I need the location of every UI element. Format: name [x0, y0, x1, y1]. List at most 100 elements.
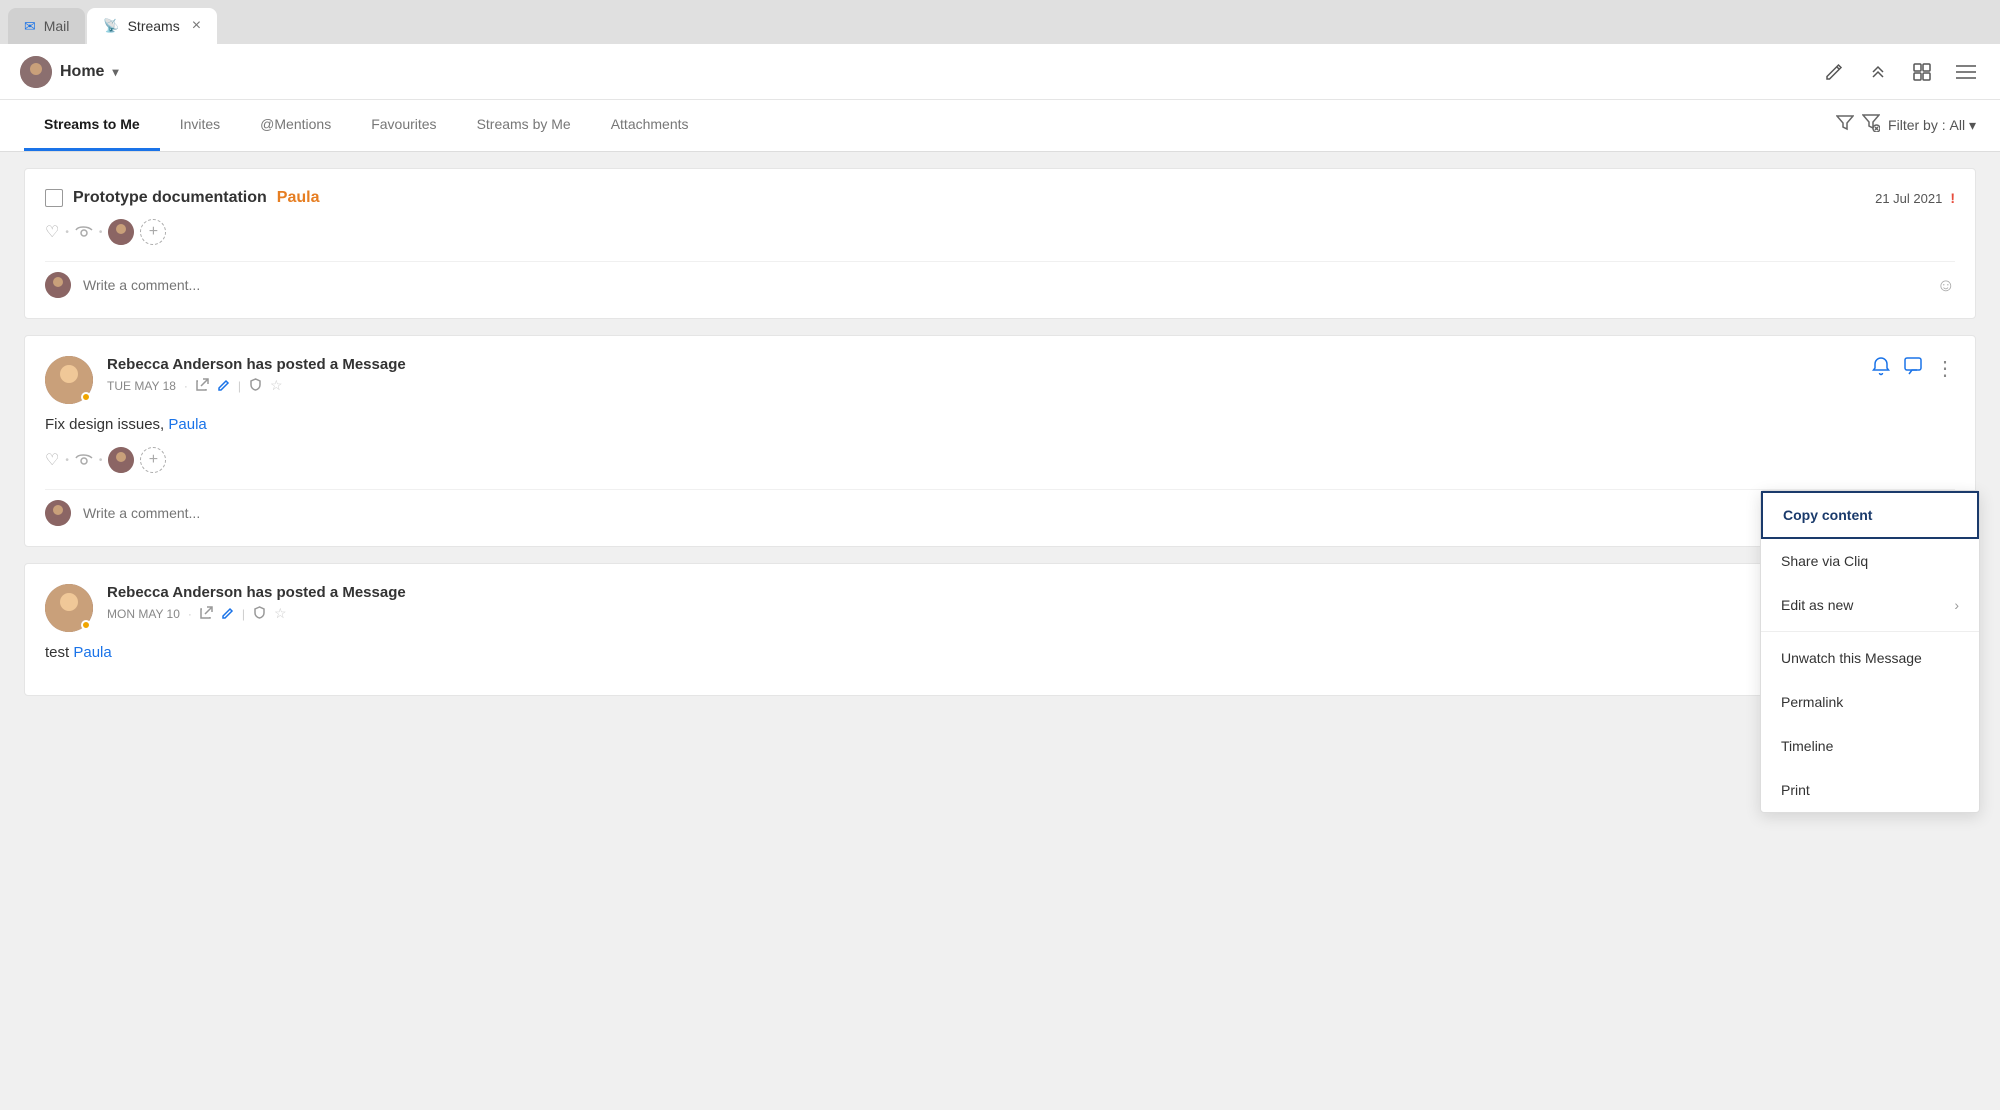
- card2-body: Fix design issues, Paula: [45, 416, 1955, 433]
- filter-funnel-icon[interactable]: [1836, 115, 1854, 136]
- tab-close-icon[interactable]: ×: [192, 17, 201, 35]
- header-icons: [1820, 58, 1980, 86]
- tab-streams-to-me[interactable]: Streams to Me: [24, 100, 160, 151]
- online-indicator-3: [81, 620, 91, 630]
- hamburger-menu-icon[interactable]: [1952, 60, 1980, 84]
- add-follower-btn[interactable]: +: [140, 219, 166, 245]
- context-menu-item-unwatch[interactable]: Unwatch this Message: [1761, 636, 1979, 680]
- edit-icon-3[interactable]: [221, 606, 234, 622]
- card2-avatar-wrapper: [45, 356, 93, 404]
- stream-card-1: Prototype documentation Paula 21 Jul 202…: [24, 168, 1976, 319]
- page-content: Prototype documentation Paula 21 Jul 202…: [0, 152, 2000, 712]
- star-icon-2[interactable]: ☆: [270, 377, 283, 394]
- mail-tab-icon: ✉: [24, 18, 36, 35]
- card3-body: test Paula: [45, 644, 1955, 661]
- grid-view-icon[interactable]: [1908, 58, 1936, 86]
- card2-date: TUE MAY 18: [107, 379, 176, 393]
- collapse-icon[interactable]: [1864, 61, 1892, 83]
- context-menu-label-print: Print: [1781, 782, 1810, 798]
- open-external-icon[interactable]: [196, 378, 209, 394]
- card1-title-text: Prototype documentation: [73, 189, 267, 207]
- dot-sep-2: •: [99, 227, 103, 238]
- card1-actions: ♡ • • +: [45, 219, 1955, 245]
- card1-avatar: [108, 219, 134, 245]
- card1-mention[interactable]: Paula: [277, 189, 320, 207]
- tab-mail[interactable]: ✉ Mail: [8, 8, 85, 44]
- card3-date: MON MAY 10: [107, 607, 180, 621]
- filter-by-label: Filter by : All ▾: [1888, 117, 1976, 134]
- tab-streams-by-me[interactable]: Streams by Me: [457, 100, 591, 151]
- tab-invites[interactable]: Invites: [160, 100, 240, 151]
- card1-urgent-icon: !: [1950, 190, 1955, 206]
- card3-header: Rebecca Anderson has posted a Message MO…: [45, 584, 1955, 632]
- card2-comment-row: ☺: [45, 489, 1955, 526]
- card2-comment-input[interactable]: [83, 505, 1925, 521]
- card2-msg-info: Rebecca Anderson has posted a Message TU…: [107, 356, 1857, 394]
- card2-mention[interactable]: Paula: [168, 416, 206, 433]
- user-avatar: [20, 56, 52, 88]
- card2-header: Rebecca Anderson has posted a Message TU…: [45, 356, 1955, 404]
- streams-tab-label: Streams: [128, 18, 180, 34]
- context-menu-label-unwatch: Unwatch this Message: [1781, 650, 1922, 666]
- follow-icon-2[interactable]: [75, 451, 93, 470]
- card2-author: Rebecca Anderson has posted a Message: [107, 356, 1857, 373]
- card1-date: 21 Jul 2021: [1875, 191, 1942, 206]
- follow-icon[interactable]: [75, 223, 93, 242]
- emoji-icon-1[interactable]: ☺: [1937, 275, 1955, 296]
- add-follower-btn-2[interactable]: +: [140, 447, 166, 473]
- context-menu-item-share-via-cliq[interactable]: Share via Cliq: [1761, 539, 1979, 583]
- shield-icon-3[interactable]: [253, 606, 266, 622]
- context-menu-item-permalink[interactable]: Permalink: [1761, 680, 1979, 724]
- home-label: Home: [60, 63, 104, 81]
- edit-icon[interactable]: [217, 378, 230, 394]
- context-menu-item-edit-as-new[interactable]: Edit as new›: [1761, 583, 1979, 627]
- heart-icon[interactable]: ♡: [45, 222, 59, 242]
- card1-header: Prototype documentation Paula 21 Jul 202…: [45, 189, 1955, 207]
- card2-commenter-avatar: [45, 500, 71, 526]
- filter-clear-icon[interactable]: [1862, 114, 1880, 137]
- card1-commenter-avatar: [45, 272, 71, 298]
- card3-meta: MON MAY 10 · |: [107, 605, 1955, 622]
- app-header: Home ▾: [0, 44, 2000, 100]
- heart-icon-2[interactable]: ♡: [45, 450, 59, 470]
- online-indicator: [81, 392, 91, 402]
- star-icon-3[interactable]: ☆: [274, 605, 287, 622]
- open-external-icon-3[interactable]: [200, 606, 213, 622]
- more-options-icon[interactable]: ⋮: [1935, 356, 1955, 381]
- tab-favourites[interactable]: Favourites: [351, 100, 456, 151]
- card1-title: Prototype documentation Paula: [45, 189, 319, 207]
- stream-card-2: Rebecca Anderson has posted a Message TU…: [24, 335, 1976, 547]
- context-menu-label-timeline: Timeline: [1781, 738, 1833, 754]
- card2-meta: TUE MAY 18 · |: [107, 377, 1857, 394]
- compose-icon[interactable]: [1820, 58, 1848, 86]
- card1-comment-input[interactable]: [83, 277, 1925, 293]
- context-menu-item-print[interactable]: Print: [1761, 768, 1979, 812]
- home-nav[interactable]: Home ▾: [20, 56, 118, 88]
- tabs-nav-left: Streams to Me Invites @Mentions Favourit…: [24, 100, 709, 151]
- home-chevron-icon: ▾: [112, 65, 118, 79]
- context-menu: Copy content Share via CliqEdit as new› Un…: [1760, 490, 1980, 813]
- bell-icon[interactable]: [1871, 356, 1891, 381]
- shield-icon[interactable]: [249, 378, 262, 394]
- context-menu-label-copy-content: Copy content: [1783, 507, 1872, 523]
- context-menu-label-permalink: Permalink: [1781, 694, 1843, 710]
- chevron-right-icon: ›: [1954, 597, 1959, 613]
- tabs-navigation: Streams to Me Invites @Mentions Favourit…: [0, 100, 2000, 152]
- comment-icon[interactable]: [1903, 356, 1923, 381]
- card3-mention[interactable]: Paula: [73, 644, 111, 661]
- tab-streams[interactable]: 📡 Streams ×: [87, 8, 217, 44]
- card1-comment-row: ☺: [45, 261, 1955, 298]
- context-menu-divider: [1761, 631, 1979, 632]
- card3-avatar-wrapper: [45, 584, 93, 632]
- tab-attachments[interactable]: Attachments: [591, 100, 709, 151]
- context-menu-item-copy-content[interactable]: Copy content: [1761, 491, 1979, 539]
- card3-msg-info: Rebecca Anderson has posted a Message MO…: [107, 584, 1955, 622]
- context-menu-item-timeline[interactable]: Timeline: [1761, 724, 1979, 768]
- browser-tabs: ✉ Mail 📡 Streams ×: [0, 0, 2000, 44]
- card1-checkbox[interactable]: [45, 189, 63, 207]
- card3-author: Rebecca Anderson has posted a Message: [107, 584, 1955, 601]
- dot-sep-1: •: [65, 227, 69, 238]
- stream-card-3: Rebecca Anderson has posted a Message MO…: [24, 563, 1976, 696]
- tab-mentions[interactable]: @Mentions: [240, 100, 351, 151]
- card2-header-icons: ⋮: [1871, 356, 1955, 381]
